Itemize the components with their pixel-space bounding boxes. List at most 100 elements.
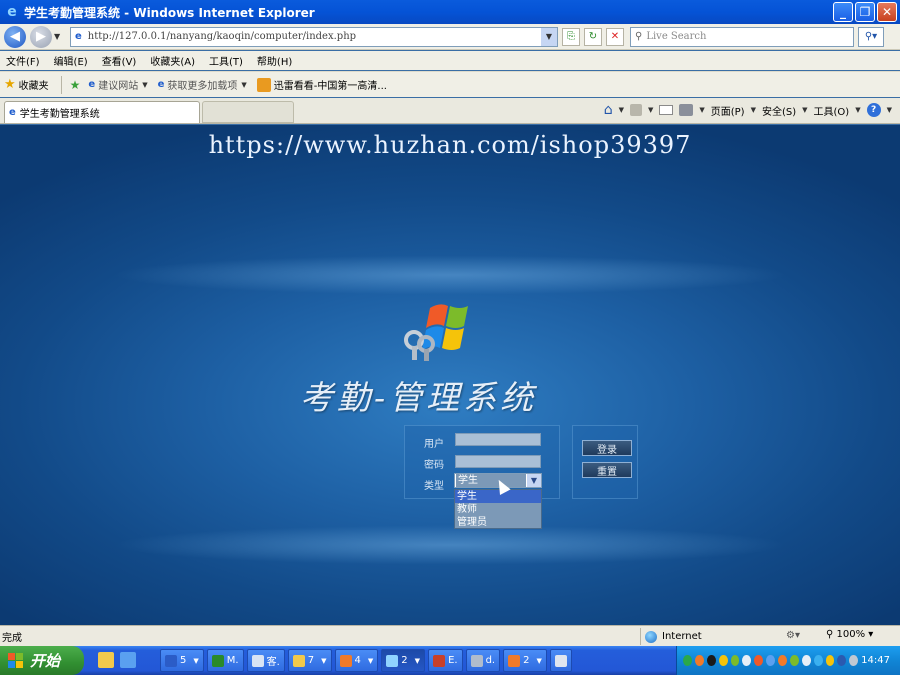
fav-item-xunlei[interactable]: 迅雷看看-中国第一高清... [274,77,387,92]
zoom-control[interactable]: ⚲ 100% ▾ [826,629,873,640]
task-app[interactable]: 客. [246,649,285,672]
login-button[interactable]: 登录 [582,440,632,456]
home-icon[interactable]: ⌂ [604,102,613,118]
address-dropdown-icon[interactable]: ▼ [541,27,557,46]
task-buttons: 5 ▼ M. 客. 7 ▼ 4 ▼ 2 ▼ E. d. 2 ▼ [160,649,572,672]
task-qq-2[interactable]: 2 ▼ [503,649,547,672]
task-keyboard[interactable] [549,649,572,672]
menu-favorites[interactable]: 收藏夹(A) [150,53,195,68]
tray-icon[interactable] [813,655,823,666]
tray-icon[interactable] [789,655,799,666]
app-icon [251,654,264,667]
menu-view[interactable]: 查看(V) [102,53,137,68]
tab-current[interactable]: e 学生考勤管理系统 [4,101,200,123]
chevron-down-icon[interactable]: ▼ [751,106,756,114]
chevron-down-icon[interactable]: ▼ [142,81,147,89]
back-button[interactable]: ◀ [4,25,26,48]
tray-icon[interactable] [718,655,728,666]
mail-icon[interactable] [659,105,674,115]
protected-mode-icon[interactable]: ⚙▾ [786,630,800,641]
rss-icon[interactable] [629,104,642,116]
folder-icon[interactable] [98,652,114,668]
option-teacher[interactable]: 教师 [455,503,541,516]
password-input[interactable] [455,455,541,468]
menu-bar: 文件(F) 编辑(E) 查看(V) 收藏夹(A) 工具(T) 帮助(H) [0,51,900,70]
page-menu[interactable]: 页面(P) [711,103,745,118]
tray-icon[interactable] [766,655,775,666]
address-toolbar: ◀ ▶ ▼ e http://127.0.0.1/nanyang/kaoqin/… [0,24,900,50]
tray-icon[interactable] [825,655,835,666]
task-ie[interactable]: 2 ▼ [381,649,426,672]
tray-icon[interactable] [801,655,811,666]
selected-type: 学生 [456,474,526,487]
tray-icon[interactable] [694,655,704,666]
chevron-down-icon[interactable]: ▼ [241,81,246,89]
compatibility-button[interactable]: ⎘ [562,27,580,46]
fav-item-suggested[interactable]: 建议网站 [98,77,138,92]
command-bar: ⌂ ▼ ▼ ▼ 页面(P) ▼ 安全(S) ▼ 工具(O) ▼ ? ▼ [604,102,892,118]
search-go-button[interactable]: ⚲▾ [858,26,884,47]
folder-icon [292,654,305,667]
chevron-down-icon[interactable]: ▼ [648,106,653,114]
ie-icon[interactable] [120,652,136,668]
reset-button[interactable]: 重置 [582,462,632,478]
chevron-down-icon[interactable]: ▼ [527,474,541,487]
tray-icon[interactable] [754,655,764,666]
history-dropdown-icon[interactable]: ▼ [54,32,64,41]
task-qq[interactable]: 4 ▼ [334,649,379,672]
tray-icon[interactable] [730,655,740,666]
search-icon: ⚲ [635,31,643,42]
start-button[interactable]: 开始 [0,646,84,675]
username-input[interactable] [455,433,541,446]
xunlei-icon [256,77,271,92]
chevron-down-icon[interactable]: ▼ [619,106,624,114]
search-input[interactable]: ⚲ Live Search [630,26,854,47]
address-bar[interactable]: e http://127.0.0.1/nanyang/kaoqin/comput… [70,26,558,47]
tray-icon[interactable] [742,655,752,666]
forward-button[interactable]: ▶ [30,25,52,48]
task-folders[interactable]: 7 ▼ [287,649,332,672]
zone-label: Internet [662,631,702,642]
fav-item-addons[interactable]: 获取更多加载项 [167,77,237,92]
task-excel[interactable]: M. [206,649,244,672]
new-tab-button[interactable] [202,101,294,123]
chevron-down-icon[interactable]: ▼ [887,106,892,114]
chevron-down-icon[interactable]: ▼ [855,106,860,114]
task-editor[interactable]: E. [428,649,463,672]
close-button[interactable]: ✕ [877,2,897,22]
tray-icon[interactable] [683,655,692,666]
tab-title: 学生考勤管理系统 [19,109,100,120]
option-admin[interactable]: 管理员 [455,516,541,529]
chevron-down-icon[interactable]: ▼ [699,106,704,114]
menu-edit[interactable]: 编辑(E) [54,53,88,68]
tray-icon[interactable] [837,655,847,666]
maximize-button[interactable]: ❐ [855,2,875,22]
menu-tools[interactable]: 工具(T) [209,53,243,68]
favorites-button[interactable]: 收藏夹 [19,77,49,92]
qq-icon [339,654,352,667]
task-word[interactable]: 5 ▼ [160,649,204,672]
tray-icon[interactable] [849,655,859,666]
globe-icon [645,630,657,643]
tray-icon[interactable] [778,655,787,666]
safety-menu[interactable]: 安全(S) [762,103,796,118]
title-bar: e 学生考勤管理系统 - Windows Internet Explorer _… [0,0,900,24]
print-icon[interactable] [679,104,694,116]
user-label: 用户 [424,439,444,450]
chevron-down-icon[interactable]: ▼ [802,106,807,114]
tray-icon[interactable] [706,655,716,666]
add-favorite-icon[interactable]: ★ [70,78,81,92]
tools-menu[interactable]: 工具(O) [814,103,850,118]
menu-file[interactable]: 文件(F) [6,53,40,68]
type-label: 类型 [424,481,444,492]
stop-button[interactable]: ✕ [606,27,624,46]
page-content: https://www.huzhan.com/ishop39397 考勤-管理系… [0,125,900,625]
windows-flag-icon [8,652,24,669]
menu-help[interactable]: 帮助(H) [257,53,292,68]
clock: 14:47 [861,655,890,666]
help-icon[interactable]: ? [866,103,881,117]
task-drive[interactable]: d. [465,649,501,672]
refresh-button[interactable]: ↻ [584,27,602,46]
minimize-button[interactable]: _ [833,2,853,22]
page-icon: e [75,31,82,42]
